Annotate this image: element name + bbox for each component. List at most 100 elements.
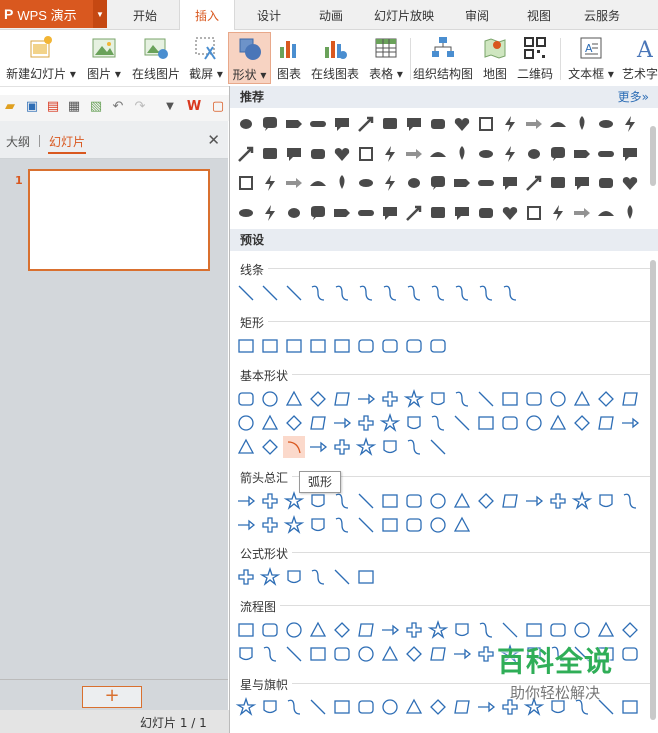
- preset-shape-icon[interactable]: [283, 514, 305, 536]
- preset-shape-icon[interactable]: [547, 619, 569, 641]
- preset-shape-icon[interactable]: [547, 412, 569, 434]
- preset-shape-icon[interactable]: [283, 643, 305, 665]
- print-preview-icon[interactable]: ▧: [88, 99, 104, 115]
- preset-shape-icon[interactable]: [619, 619, 641, 641]
- recommended-shape-icon[interactable]: [259, 172, 281, 194]
- recommended-shape-icon[interactable]: [355, 172, 377, 194]
- preset-shape-icon[interactable]: [619, 412, 641, 434]
- preset-shape-icon[interactable]: [355, 282, 377, 304]
- recommended-shape-icon[interactable]: [571, 202, 593, 224]
- preset-shape-icon[interactable]: [523, 412, 545, 434]
- recommended-shape-icon[interactable]: [475, 143, 497, 165]
- preset-shape-icon[interactable]: [331, 643, 353, 665]
- recommended-shape-icon[interactable]: [571, 113, 593, 135]
- preset-shape-icon[interactable]: [331, 696, 353, 718]
- preset-shape-icon[interactable]: [571, 388, 593, 410]
- preset-shape-icon[interactable]: [451, 490, 473, 512]
- recommended-shape-icon[interactable]: [307, 143, 329, 165]
- preset-shape-icon[interactable]: [355, 696, 377, 718]
- preset-shape-icon[interactable]: [355, 335, 377, 357]
- preset-shape-icon[interactable]: [307, 643, 329, 665]
- preset-shape-icon[interactable]: [547, 388, 569, 410]
- preset-shape-icon[interactable]: [331, 335, 353, 357]
- preset-shape-icon[interactable]: [283, 282, 305, 304]
- recommended-shape-icon[interactable]: [619, 143, 641, 165]
- textbox-button[interactable]: A 文本框 ▾: [565, 32, 617, 84]
- preset-shape-icon[interactable]: [499, 619, 521, 641]
- preset-shape-icon[interactable]: [307, 436, 329, 458]
- tab-insert[interactable]: 插入: [179, 0, 235, 31]
- recommended-shape-icon[interactable]: [451, 143, 473, 165]
- tab-review[interactable]: 审阅: [452, 0, 502, 30]
- recommended-shape-icon[interactable]: [259, 113, 281, 135]
- shapes-button[interactable]: 形状 ▾: [228, 32, 271, 84]
- recommended-shape-icon[interactable]: [331, 202, 353, 224]
- more-link[interactable]: 更多»: [618, 86, 649, 108]
- preset-shape-icon[interactable]: [331, 412, 353, 434]
- preset-shape-icon[interactable]: [475, 490, 497, 512]
- preset-shape-icon[interactable]: [427, 335, 449, 357]
- preset-shape-icon[interactable]: [259, 335, 281, 357]
- recommended-shape-icon[interactable]: [235, 202, 257, 224]
- preset-shape-icon[interactable]: [259, 490, 281, 512]
- preset-shape-icon[interactable]: [379, 282, 401, 304]
- recommended-shape-icon[interactable]: [307, 113, 329, 135]
- recommended-shape-icon[interactable]: [595, 202, 617, 224]
- recommended-shape-icon[interactable]: [499, 113, 521, 135]
- recommended-shape-icon[interactable]: [523, 113, 545, 135]
- recommended-shape-icon[interactable]: [499, 143, 521, 165]
- preset-shape-icon[interactable]: [427, 619, 449, 641]
- map-button[interactable]: 地图: [479, 32, 511, 84]
- preset-shape-icon[interactable]: [499, 490, 521, 512]
- recommended-shape-icon[interactable]: [619, 202, 641, 224]
- preset-shape-icon[interactable]: [355, 566, 377, 588]
- preset-shape-icon[interactable]: [403, 335, 425, 357]
- chart-button[interactable]: 图表: [274, 32, 304, 84]
- preset-shape-icon[interactable]: [355, 514, 377, 536]
- recommended-shape-icon[interactable]: [379, 143, 401, 165]
- new-slide-button[interactable]: 新建幻灯片 ▾: [4, 32, 78, 84]
- add-slide-button[interactable]: +: [82, 686, 142, 708]
- recommended-shape-icon[interactable]: [427, 202, 449, 224]
- recommended-shape-icon[interactable]: [355, 202, 377, 224]
- preset-shape-icon[interactable]: [379, 388, 401, 410]
- recommended-shape-icon[interactable]: [331, 172, 353, 194]
- preset-shape-icon[interactable]: [235, 566, 257, 588]
- preset-shape-icon[interactable]: [523, 388, 545, 410]
- undo-icon[interactable]: ↶: [110, 99, 126, 115]
- preset-shape-icon[interactable]: [307, 696, 329, 718]
- preset-shape-icon[interactable]: [235, 388, 257, 410]
- recommended-shape-icon[interactable]: [571, 172, 593, 194]
- preset-shape-icon[interactable]: [379, 514, 401, 536]
- preset-shape-icon[interactable]: [403, 619, 425, 641]
- preset-shape-icon[interactable]: [595, 412, 617, 434]
- recommended-shape-icon[interactable]: [619, 113, 641, 135]
- preset-shape-icon[interactable]: [571, 412, 593, 434]
- online-chart-button[interactable]: 在线图表: [309, 32, 361, 84]
- preset-shape-icon[interactable]: [475, 388, 497, 410]
- recommended-shape-icon[interactable]: [475, 202, 497, 224]
- preset-shape-icon[interactable]: [307, 619, 329, 641]
- online-picture-button[interactable]: 在线图片: [129, 32, 183, 84]
- preset-shape-icon[interactable]: [259, 643, 281, 665]
- preset-shape-icon[interactable]: [379, 643, 401, 665]
- recommended-shape-icon[interactable]: [283, 202, 305, 224]
- preset-shape-icon[interactable]: [355, 619, 377, 641]
- preset-shape-icon[interactable]: [379, 412, 401, 434]
- slide-icon[interactable]: ▢: [210, 99, 226, 115]
- recommended-shape-icon[interactable]: [475, 172, 497, 194]
- preset-shape-icon[interactable]: [259, 388, 281, 410]
- recommended-scrollbar[interactable]: [650, 126, 656, 186]
- preset-shape-icon[interactable]: [331, 490, 353, 512]
- preset-shape-icon[interactable]: [595, 490, 617, 512]
- preset-shape-icon[interactable]: [307, 282, 329, 304]
- tab-design[interactable]: 设计: [244, 0, 294, 30]
- preset-shape-icon[interactable]: [451, 282, 473, 304]
- recommended-shape-icon[interactable]: [547, 113, 569, 135]
- recommended-shape-icon[interactable]: [475, 113, 497, 135]
- preset-shape-icon[interactable]: [235, 696, 257, 718]
- recommended-shape-icon[interactable]: [547, 202, 569, 224]
- recommended-shape-icon[interactable]: [451, 202, 473, 224]
- preset-shape-icon[interactable]: [235, 490, 257, 512]
- recommended-shape-icon[interactable]: [331, 143, 353, 165]
